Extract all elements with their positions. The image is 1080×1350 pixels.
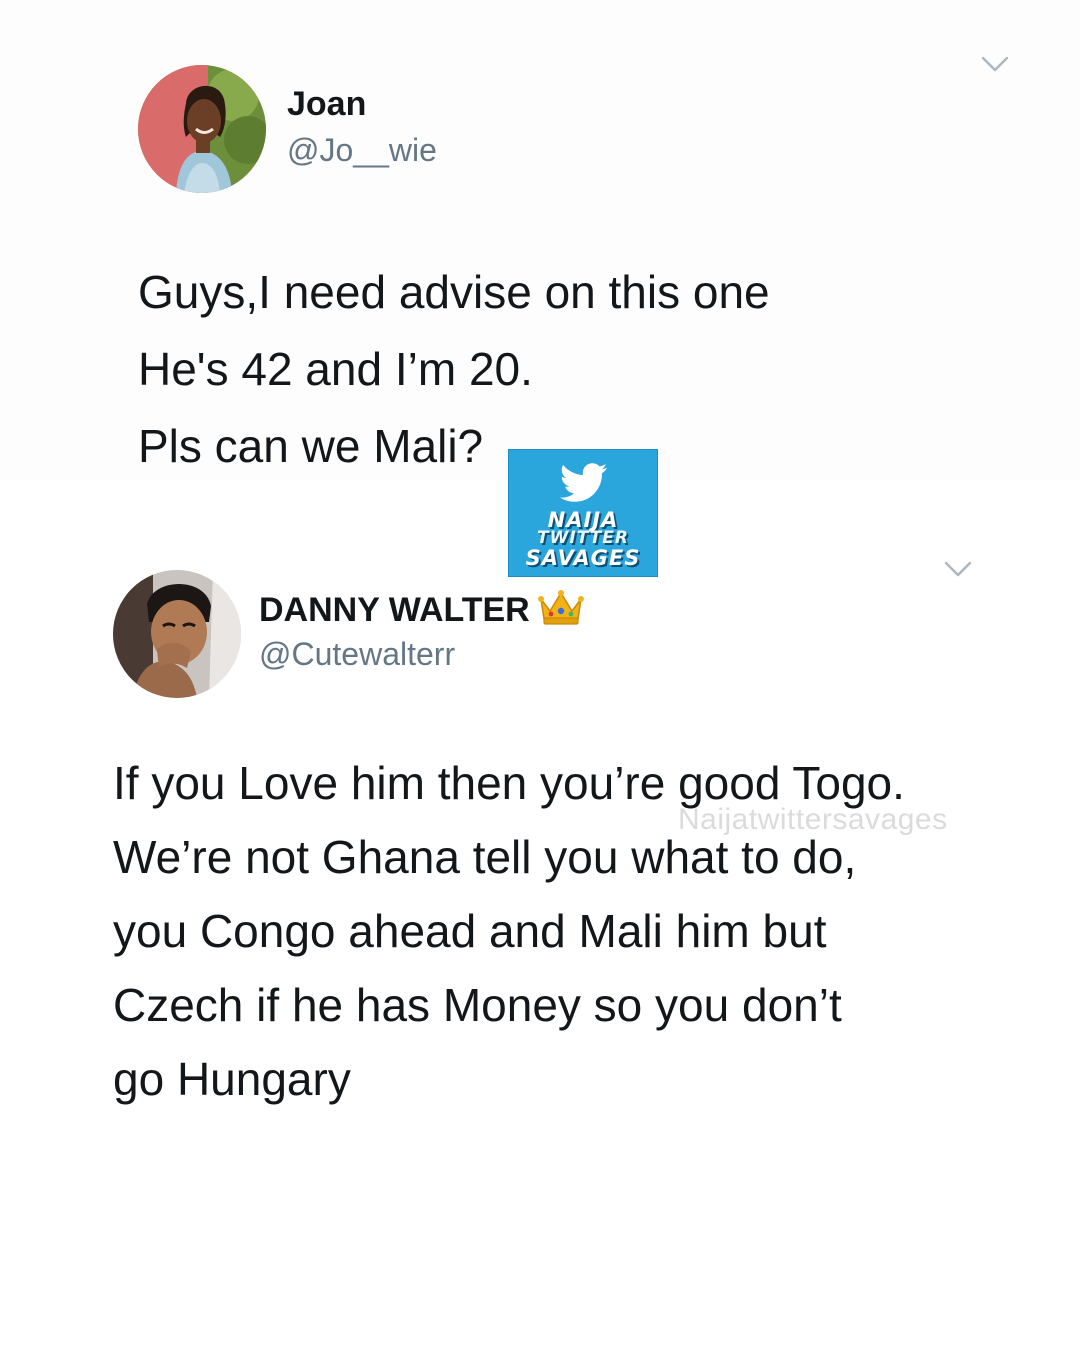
- avatar[interactable]: [113, 570, 241, 698]
- tweet-text-line: He's 42 and I’m 20.: [138, 343, 533, 395]
- crown-icon: [537, 590, 584, 625]
- tweet-text: If you Love him then you’re good Togo. W…: [113, 746, 905, 1116]
- screenshot-page: Joan @Jo__wie Guys,I need advise on this…: [0, 0, 1080, 1350]
- user-handle[interactable]: @Jo__wie: [287, 131, 437, 169]
- tweet-text-line: Pls can we Mali?: [138, 420, 484, 472]
- tweet-joan: Joan @Jo__wie Guys,I need advise on this…: [0, 0, 1080, 480]
- display-name[interactable]: DANNY WALTER: [259, 590, 584, 631]
- tweet-text-line: you Congo ahead and Mali him but: [113, 905, 827, 957]
- chevron-down-icon[interactable]: [944, 560, 972, 578]
- tweet-text-line: go Hungary: [113, 1053, 351, 1105]
- twitter-bird-icon: [560, 463, 608, 502]
- avatar[interactable]: [138, 65, 266, 193]
- tweet-text: Guys,I need advise on this one He's 42 a…: [138, 254, 770, 485]
- tweet-danny-walter: DANNY WALTER @Cutewalterr If you Love hi…: [0, 545, 1080, 1350]
- tweet-text-line: Guys,I need advise on this one: [138, 266, 770, 318]
- tweet-text-line: Czech if he has Money so you don’t: [113, 979, 842, 1031]
- chevron-down-icon[interactable]: [981, 55, 1009, 73]
- display-name[interactable]: Joan: [287, 84, 366, 124]
- user-handle[interactable]: @Cutewalterr: [259, 635, 455, 673]
- display-name-text[interactable]: DANNY WALTER: [259, 591, 530, 629]
- watermark: Naijatwittersavages: [678, 803, 948, 836]
